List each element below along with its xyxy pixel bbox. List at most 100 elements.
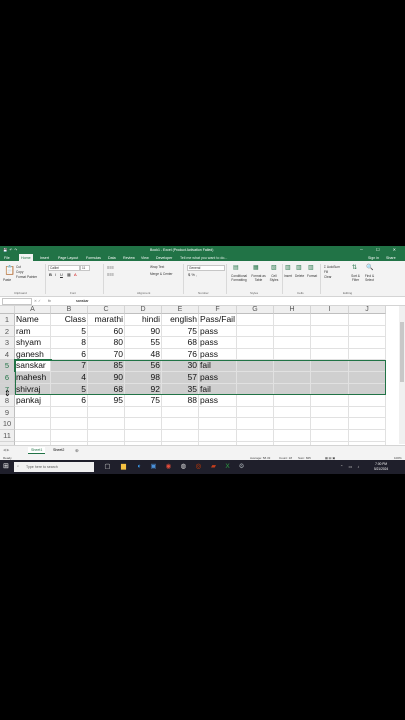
row-header[interactable]: 9 (0, 406, 15, 419)
table-cell[interactable] (237, 348, 274, 361)
table-cell[interactable] (274, 418, 311, 430)
table-cell[interactable] (311, 430, 349, 442)
tab-data[interactable]: Data (108, 256, 116, 260)
table-cell[interactable]: hindi (125, 314, 162, 326)
table-cell[interactable]: 68 (162, 337, 199, 349)
table-cell[interactable]: 8 (51, 337, 88, 349)
table-cell[interactable]: 88 (162, 395, 199, 407)
vertical-scrollbar[interactable] (399, 306, 405, 444)
row-header[interactable]: 11 (0, 430, 15, 442)
table-cell[interactable] (125, 406, 162, 419)
edge-browser-icon[interactable]: ◐ (136, 463, 143, 470)
formula-input[interactable]: sanskar (76, 299, 89, 303)
table-cell[interactable] (349, 406, 386, 419)
table-cell[interactable] (15, 418, 51, 430)
table-cell[interactable] (349, 383, 386, 396)
system-tray-icons[interactable]: ⌃ ▭ ♪ (340, 464, 361, 469)
table-cell[interactable]: 70 (88, 348, 125, 361)
table-cell[interactable]: fail (199, 360, 237, 372)
table-cell[interactable] (162, 418, 199, 430)
table-cell[interactable]: 68 (88, 383, 125, 396)
table-cell[interactable] (162, 430, 199, 442)
table-cell[interactable]: 5 (51, 383, 88, 396)
paste-label[interactable]: Paste (3, 278, 11, 282)
table-cell[interactable]: pass (199, 337, 237, 349)
tell-me-input[interactable]: Tell me what you want to do... (180, 256, 227, 260)
table-cell[interactable]: 4 (51, 372, 88, 384)
table-cell[interactable]: pass (199, 325, 237, 338)
row-header[interactable]: 4 (0, 348, 15, 361)
fill-button[interactable]: Fill (324, 270, 328, 274)
powerpoint-icon[interactable]: ▰ (210, 463, 217, 470)
format-as-table-icon[interactable]: ▦ (253, 264, 259, 271)
table-cell[interactable] (199, 418, 237, 430)
sheet-tab-sheet1[interactable]: Sheet1 (28, 447, 46, 454)
font-name-select[interactable]: Calibri (48, 265, 80, 271)
row-header[interactable]: 2 (0, 325, 15, 338)
table-cell[interactable]: 75 (162, 325, 199, 338)
store-icon[interactable]: ▣ (150, 463, 157, 470)
column-header-c[interactable]: C (88, 306, 125, 314)
font-color-icon[interactable]: A (74, 272, 77, 277)
table-cell[interactable]: 76 (162, 348, 199, 361)
tab-insert[interactable]: Insert (40, 256, 49, 260)
table-cell[interactable] (51, 430, 88, 442)
tab-review[interactable]: Review (123, 256, 135, 260)
format-button[interactable]: Format (307, 274, 317, 278)
merge-center-button[interactable]: Merge & Center (150, 272, 173, 276)
table-cell[interactable] (311, 372, 349, 384)
table-cell[interactable]: 90 (125, 325, 162, 338)
table-cell[interactable] (237, 325, 274, 338)
table-cell[interactable] (51, 406, 88, 419)
sign-in-link[interactable]: Sign in (368, 256, 379, 260)
table-cell[interactable] (237, 395, 274, 407)
table-cell[interactable] (311, 383, 349, 396)
table-cell[interactable]: 30 (162, 360, 199, 372)
table-cell[interactable] (274, 406, 311, 419)
column-header-f[interactable]: F (199, 306, 237, 314)
autosum-button[interactable]: Σ AutoSum (324, 265, 340, 269)
table-cell[interactable] (199, 406, 237, 419)
table-cell[interactable]: ram (15, 325, 51, 338)
column-header-d[interactable]: D (125, 306, 162, 314)
table-cell[interactable]: 35 (162, 383, 199, 396)
cell-styles-button[interactable]: Cell Styles (268, 274, 280, 282)
column-header-a[interactable]: A (15, 306, 51, 314)
zoom-level[interactable]: 100% (394, 456, 402, 460)
table-cell[interactable]: 60 (88, 325, 125, 338)
table-cell[interactable] (88, 418, 125, 430)
conditional-formatting-icon[interactable]: ▤ (233, 264, 239, 271)
column-header-b[interactable]: B (51, 306, 88, 314)
align-left-icon[interactable]: ≡≡≡ (107, 272, 114, 277)
format-cells-icon[interactable]: ▥ (308, 264, 314, 271)
table-cell[interactable] (274, 348, 311, 361)
table-cell[interactable]: 55 (125, 337, 162, 349)
table-cell[interactable]: 85 (88, 360, 125, 372)
table-cell[interactable]: pass (199, 348, 237, 361)
table-cell[interactable]: ganesh (15, 348, 51, 361)
table-cell[interactable]: pass (199, 372, 237, 384)
table-cell[interactable] (125, 418, 162, 430)
row-header[interactable]: 3 (0, 337, 15, 349)
find-select-icon[interactable]: 🔍 (366, 264, 373, 271)
cut-button[interactable]: Cut (16, 265, 21, 269)
sort-filter-icon[interactable]: ⇅ (352, 264, 357, 271)
table-cell[interactable]: shyam (15, 337, 51, 349)
table-cell[interactable] (311, 314, 349, 326)
table-cell[interactable] (88, 430, 125, 442)
table-cell[interactable]: 7 (51, 360, 88, 372)
table-cell[interactable]: mahesh (15, 372, 51, 384)
insert-function-button[interactable]: fx (48, 299, 51, 303)
excel-taskbar-icon[interactable]: X (224, 463, 231, 470)
borders-icon[interactable]: ▦ (67, 272, 71, 277)
table-cell[interactable] (274, 314, 311, 326)
table-cell[interactable] (274, 337, 311, 349)
table-cell[interactable] (237, 314, 274, 326)
table-cell[interactable]: 48 (125, 348, 162, 361)
table-cell[interactable] (311, 360, 349, 372)
table-cell[interactable]: 90 (88, 372, 125, 384)
table-cell[interactable]: english (162, 314, 199, 326)
table-cell[interactable] (237, 372, 274, 384)
table-cell[interactable] (274, 325, 311, 338)
align-top-icon[interactable]: ≡≡≡ (107, 265, 114, 270)
